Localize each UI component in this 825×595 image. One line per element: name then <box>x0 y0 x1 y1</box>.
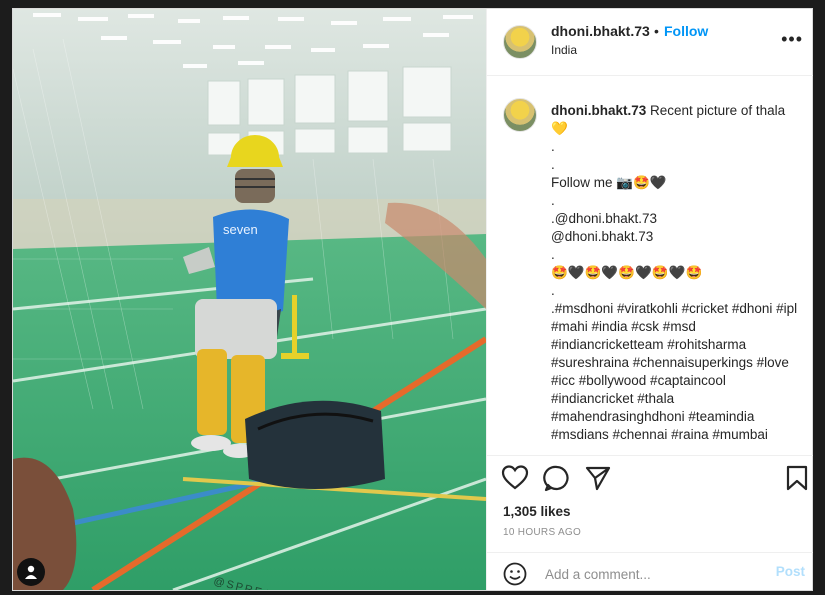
comment-input[interactable] <box>543 563 767 585</box>
caption-hashtags[interactable]: .#msdhoni #viratkohli #cricket #dhoni #i… <box>551 300 803 444</box>
cricket-practice-photo: seven @SPREAD_DHONISM <box>13 9 486 590</box>
user-tag-button[interactable] <box>17 558 45 586</box>
caption-emoji-line: 🤩🖤🤩🖤🤩🖤🤩🖤🤩 <box>551 265 703 280</box>
likes-count[interactable]: 1,305 likes <box>503 504 571 519</box>
caption-line: . <box>551 283 555 298</box>
caption-username[interactable]: dhoni.bhakt.73 <box>551 103 646 118</box>
caption-line: . <box>551 193 555 208</box>
caption-mention[interactable]: .@dhoni.bhakt.73 <box>551 210 803 228</box>
caption-first-line: dhoni.bhakt.73 Recent picture of thala 💛 <box>551 102 803 138</box>
svg-text:seven: seven <box>223 222 258 237</box>
author-username[interactable]: dhoni.bhakt.73 <box>551 23 650 39</box>
share-icon[interactable] <box>584 464 612 492</box>
caption-mention[interactable]: @dhoni.bhakt.73 <box>551 228 803 246</box>
smile-icon[interactable] <box>503 562 527 586</box>
user-tag-icon <box>25 565 37 579</box>
caption-line: . <box>551 139 555 154</box>
post-header: dhoni.bhakt.73 • Follow India ••• <box>487 9 813 76</box>
caption-avatar[interactable] <box>503 98 537 132</box>
post-photo[interactable]: seven @SPREAD_DHONISM <box>13 9 486 590</box>
post-comment-button[interactable]: Post <box>776 564 805 579</box>
author-avatar[interactable] <box>503 25 537 59</box>
caption-scroll-area[interactable]: dhoni.bhakt.73 Recent picture of thala 💛… <box>487 76 813 454</box>
post-sidebar: dhoni.bhakt.73 • Follow India ••• dhoni.… <box>486 9 813 590</box>
heart-icon[interactable] <box>501 464 529 492</box>
bookmark-icon[interactable] <box>783 464 811 492</box>
follow-button[interactable]: Follow <box>664 23 708 39</box>
comment-bar: Post <box>487 552 813 592</box>
post-location[interactable]: India <box>551 43 577 57</box>
caption-line: . <box>551 247 555 262</box>
comment-icon[interactable] <box>543 464 571 492</box>
post-timestamp[interactable]: 10 HOURS AGO <box>503 527 581 538</box>
kit-bag <box>245 400 385 489</box>
header-separator: • <box>654 23 659 39</box>
post-actions: 1,305 likes 10 HOURS AGO Post <box>487 455 813 591</box>
caption-line: . <box>551 157 555 172</box>
instagram-post: seven @SPREAD_DHONISM <box>12 8 813 591</box>
app-frame: seven @SPREAD_DHONISM <box>0 0 825 595</box>
more-options-icon[interactable]: ••• <box>781 29 803 50</box>
caption-text: dhoni.bhakt.73 Recent picture of thala 💛… <box>551 102 803 444</box>
caption-line: Follow me 📷🤩🖤 <box>551 175 667 190</box>
